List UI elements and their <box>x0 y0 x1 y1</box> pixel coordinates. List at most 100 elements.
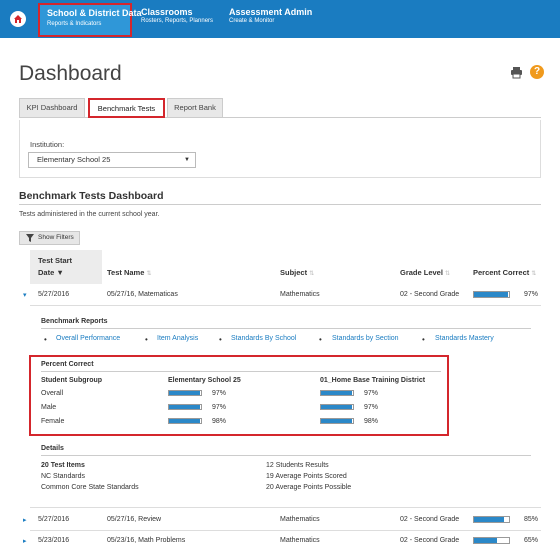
percent-bar <box>320 404 354 410</box>
nav-subtitle: Reports & Indicators <box>47 21 102 27</box>
percent-bar <box>473 516 510 523</box>
details-common-core: Common Core State Standards <box>41 484 139 491</box>
details-title: Details <box>41 445 64 452</box>
institution-panel: Institution: Elementary School 25 ▼ <box>19 120 541 178</box>
nav-title: School & District Data <box>47 8 142 18</box>
divider <box>30 507 541 508</box>
row-subject: Mathematics <box>280 537 320 544</box>
row-grade: 02 - Second Grade <box>400 291 460 298</box>
header-label: Test Start <box>38 256 73 265</box>
table-row[interactable]: ▾ 5/27/2016 05/27/16, Matematicas Mathem… <box>22 285 541 305</box>
details-students-results: 12 Students Results <box>266 462 329 469</box>
help-icon[interactable]: ? <box>530 65 544 79</box>
print-icon[interactable] <box>510 66 523 79</box>
collapse-icon[interactable]: ▾ <box>23 291 27 299</box>
header-label: Date <box>38 268 55 277</box>
row-test-name: 05/27/16, Matematicas <box>107 291 178 298</box>
tab-benchmark-tests[interactable]: Benchmark Tests <box>88 98 165 118</box>
expand-icon[interactable]: ▸ <box>23 516 27 524</box>
pc-header-subgroup: Student Subgroup <box>41 377 103 384</box>
row-subject: Mathematics <box>280 516 320 523</box>
percent-correct-title: Percent Correct <box>41 361 94 368</box>
row-date: 5/27/2016 <box>38 291 70 298</box>
row-date: 5/23/2016 <box>38 537 70 544</box>
pc-school-value: 98% <box>212 418 227 425</box>
row-date: 5/27/2016 <box>38 516 70 523</box>
table-row[interactable]: ▸ 5/23/2016 05/23/16, Math Problems Math… <box>22 531 541 551</box>
institution-label: Institution: <box>30 140 65 149</box>
expand-icon[interactable]: ▸ <box>23 537 27 545</box>
percent-bar <box>320 390 354 396</box>
sort-icon: ⇅ <box>146 271 152 277</box>
details-nc-standards: NC Standards <box>41 473 85 480</box>
sort-icon: ⇅ <box>531 271 537 277</box>
benchmark-reports-title: Benchmark Reports <box>41 318 108 325</box>
show-filters-button[interactable]: Show Filters <box>19 231 80 245</box>
pc-row-label: Female <box>41 418 65 425</box>
row-test-name: 05/27/16, Review <box>107 516 162 523</box>
percent-bar <box>473 537 510 544</box>
divider <box>41 371 441 372</box>
column-header-percent[interactable]: Percent Correct ⇅ <box>473 268 536 277</box>
table-row[interactable]: ▸ 5/27/2016 05/27/16, Review Mathematics… <box>22 510 541 530</box>
nav-classrooms[interactable]: Classrooms Rosters, Reports, Planners <box>141 7 213 24</box>
column-header-subject[interactable]: Subject ⇅ <box>280 268 314 277</box>
percent-bar <box>320 418 354 424</box>
pc-row-label: Male <box>41 404 57 411</box>
percent-bar <box>168 418 202 424</box>
percent-bar <box>168 390 202 396</box>
divider <box>30 305 541 306</box>
pc-school-value: 97% <box>212 404 227 411</box>
row-percent: 65% <box>524 537 539 544</box>
dashboard-tabs: KPI Dashboard Benchmark Tests Report Ban… <box>19 98 541 118</box>
column-header-test-name[interactable]: Test Name ⇅ <box>107 268 152 277</box>
nav-title: Assessment Admin <box>229 7 313 17</box>
pc-row-label: Overall <box>41 390 64 397</box>
nav-subtitle: Rosters, Reports, Planners <box>141 18 214 24</box>
row-grade: 02 - Second Grade <box>400 537 460 544</box>
pc-district-value: 97% <box>364 404 379 411</box>
nav-assessment-admin[interactable]: Assessment Admin Create & Monitor <box>229 7 312 24</box>
divider <box>41 328 531 329</box>
row-grade: 02 - Second Grade <box>400 516 460 523</box>
percent-bar <box>473 291 510 298</box>
pc-district-value: 97% <box>364 390 379 397</box>
home-icon[interactable] <box>10 11 26 27</box>
row-percent: 85% <box>524 516 539 523</box>
top-nav-bar: School & District Data Reports & Indicat… <box>0 0 560 38</box>
tab-kpi-dashboard[interactable]: KPI Dashboard <box>19 98 85 118</box>
sort-icon: ⇅ <box>309 271 315 277</box>
details-avg-scored: 19 Average Points Scored <box>266 473 347 480</box>
section-subtitle: Tests administered in the current school… <box>19 211 160 218</box>
divider <box>41 455 531 456</box>
institution-select[interactable]: Elementary School 25 ▼ <box>28 152 196 168</box>
link-standards-by-school[interactable]: Standards By School <box>231 335 296 342</box>
pc-header-district: 01_Home Base Training District <box>320 377 426 384</box>
pc-district-value: 98% <box>364 418 379 425</box>
filter-icon <box>26 234 34 247</box>
tab-report-bank[interactable]: Report Bank <box>167 98 223 118</box>
column-header-date[interactable]: Test Start Date ▼ <box>30 250 102 284</box>
link-overall-performance[interactable]: Overall Performance <box>56 335 120 342</box>
link-standards-by-section[interactable]: Standards by Section <box>332 335 399 342</box>
section-title: Benchmark Tests Dashboard <box>19 190 164 202</box>
nav-subtitle: Create & Monitor <box>229 18 275 24</box>
pc-header-school: Elementary School 25 <box>168 377 241 384</box>
nav-school-district-data[interactable]: School & District Data Reports & Indicat… <box>38 3 142 37</box>
show-filters-label: Show Filters <box>38 234 74 241</box>
sort-icon: ⇅ <box>445 271 451 277</box>
divider <box>19 204 541 205</box>
nav-title: Classrooms <box>141 7 193 17</box>
row-test-name: 05/23/16, Math Problems <box>107 537 186 544</box>
column-header-grade[interactable]: Grade Level ⇅ <box>400 268 450 277</box>
pc-school-value: 97% <box>212 390 227 397</box>
details-avg-possible: 20 Average Points Possible <box>266 484 352 491</box>
page-title: Dashboard <box>19 62 122 85</box>
percent-bar <box>168 404 202 410</box>
link-standards-mastery[interactable]: Standards Mastery <box>435 335 494 342</box>
row-subject: Mathematics <box>280 291 320 298</box>
institution-value: Elementary School 25 <box>37 155 111 164</box>
link-item-analysis[interactable]: Item Analysis <box>157 335 198 342</box>
row-percent: 97% <box>524 291 539 298</box>
sort-desc-icon: ▼ <box>56 268 64 277</box>
